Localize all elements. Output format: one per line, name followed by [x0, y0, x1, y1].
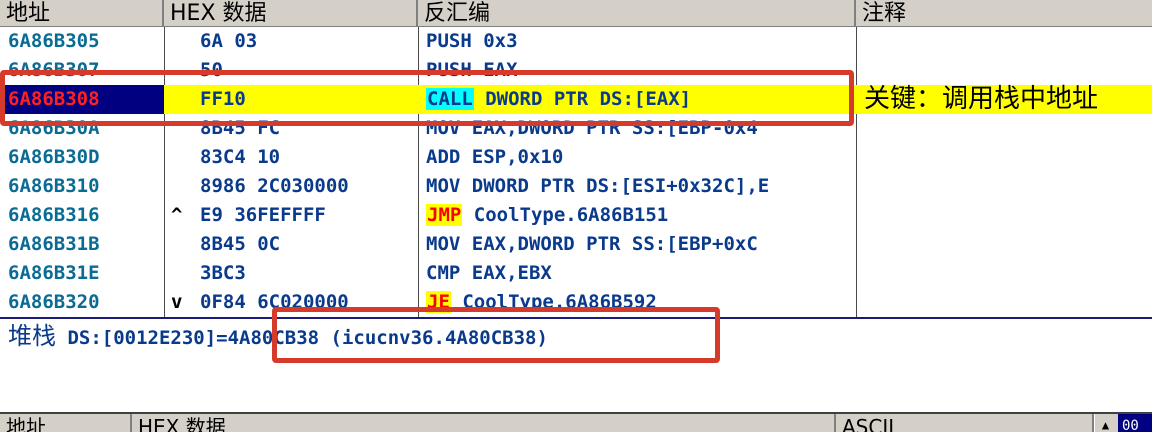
row-hex: 83C4 10 — [200, 146, 281, 168]
row-address: 6A86B305 — [8, 30, 100, 52]
row-address: 6A86B30D — [8, 146, 100, 168]
stack-value: DS:[0012E230]=4A80CB38 (icucnv36.4A80CB3… — [67, 327, 548, 349]
jump-down-arrow-icon: v — [171, 291, 183, 313]
scroll-up-icon[interactable]: ▲ — [1094, 414, 1116, 432]
disasm-row[interactable]: 6A86B310 8986 2C030000 MOV DWORD PTR DS:… — [0, 172, 1152, 201]
dump-column-ascii[interactable]: ASCII — [836, 414, 1094, 432]
column-header-address[interactable]: 地址 — [0, 0, 164, 27]
disasm-header: 地址 HEX 数据 反汇编 注释 — [0, 0, 1152, 27]
row-disasm: PUSH EAX — [426, 59, 518, 81]
row-hex: 8B45 0C — [200, 233, 281, 255]
row-address: 6A86B31B — [8, 233, 100, 255]
jump-up-arrow-icon: ^ — [171, 204, 183, 226]
disasm-row[interactable]: 6A86B31E 3BC3 CMP EAX,EBX — [0, 259, 1152, 288]
disasm-pane[interactable]: 6A86B305 6A 03 PUSH 0x3 6A86B307 50 PUSH… — [0, 27, 1152, 317]
dump-side-button[interactable]: 00 — [1118, 414, 1152, 432]
row-disasm: CMP EAX,EBX — [426, 262, 552, 284]
jmp-mnemonic: JMP — [426, 204, 463, 226]
disasm-row[interactable]: 6A86B31B 8B45 0C MOV EAX,DWORD PTR SS:[E… — [0, 230, 1152, 259]
row-comment: 关键：调用栈中地址 — [864, 84, 1099, 114]
row-disasm: JMP CoolType.6A86B151 — [426, 204, 669, 226]
stack-label: 堆栈 — [8, 322, 56, 350]
row-address: 6A86B307 — [8, 59, 100, 81]
row-hex: 50 — [200, 59, 223, 81]
column-header-hex[interactable]: HEX 数据 — [164, 0, 418, 27]
dump-column-address[interactable]: 地址 — [0, 414, 132, 432]
row-disasm: CALL DWORD PTR DS:[EAX] — [426, 88, 692, 110]
disasm-row[interactable]: 6A86B320 v 0F84 6C020000 JE CoolType.6A8… — [0, 288, 1152, 317]
row-disasm: MOV EAX,DWORD PTR SS:[EBP-0x4 — [426, 117, 758, 139]
row-address: 6A86B31E — [8, 262, 100, 284]
row-hex: 6A 03 — [200, 30, 258, 52]
row-disasm: MOV EAX,DWORD PTR SS:[EBP+0xC — [426, 233, 758, 255]
column-header-comment[interactable]: 注释 — [856, 0, 1152, 27]
row-disasm: PUSH 0x3 — [426, 30, 518, 52]
row-disasm: ADD ESP,0x10 — [426, 146, 564, 168]
disasm-row[interactable]: 6A86B316 ^ E9 36FEFFFF JMP CoolType.6A86… — [0, 201, 1152, 230]
row-hex: 8B45 FC — [200, 117, 281, 139]
row-hex: 8986 2C030000 — [200, 175, 349, 197]
row-hex: 3BC3 — [200, 262, 246, 284]
column-header-disasm[interactable]: 反汇编 — [418, 0, 856, 27]
disasm-row-selected[interactable]: 6A86B308 FF10 CALL DWORD PTR DS:[EAX] 关键… — [0, 85, 1152, 114]
disasm-row[interactable]: 6A86B305 6A 03 PUSH 0x3 — [0, 27, 1152, 56]
stack-info-line: 堆栈 DS:[0012E230]=4A80CB38 (icucnv36.4A80… — [8, 321, 548, 351]
stack-info-pane[interactable]: 堆栈 DS:[0012E230]=4A80CB38 (icucnv36.4A80… — [0, 317, 1152, 412]
row-address: 6A86B310 — [8, 175, 100, 197]
row-address: 6A86B30A — [8, 117, 100, 139]
dump-column-hex[interactable]: HEX 数据 — [132, 414, 836, 432]
dump-header: 地址 HEX 数据 ASCII ▲ 00 — [0, 412, 1152, 432]
disasm-row[interactable]: 6A86B307 50 PUSH EAX — [0, 56, 1152, 85]
disasm-row[interactable]: 6A86B30D 83C4 10 ADD ESP,0x10 — [0, 143, 1152, 172]
je-mnemonic: JE — [426, 291, 451, 313]
row-disasm: MOV DWORD PTR DS:[ESI+0x32C],E — [426, 175, 770, 197]
row-address: 6A86B320 — [8, 291, 100, 313]
call-mnemonic: CALL — [426, 88, 474, 110]
row-hex: FF10 — [200, 88, 246, 110]
row-hex: 0F84 6C020000 — [200, 291, 349, 313]
row-hex: E9 36FEFFFF — [200, 204, 326, 226]
row-disasm: JE CoolType.6A86B592 — [426, 291, 657, 313]
row-address: 6A86B316 — [8, 204, 100, 226]
disasm-row[interactable]: 6A86B30A 8B45 FC MOV EAX,DWORD PTR SS:[E… — [0, 114, 1152, 143]
row-address: 6A86B308 — [8, 88, 100, 110]
